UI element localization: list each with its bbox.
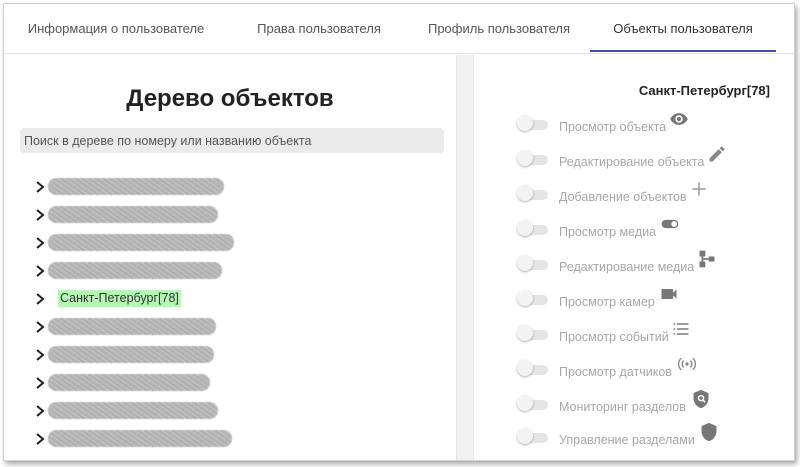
tab-bar: Информация о пользователе Права пользова… xyxy=(4,4,794,54)
permission-label: Редактирование медиа xyxy=(559,260,695,274)
toggle-icon xyxy=(660,214,680,234)
tree-search-input[interactable] xyxy=(20,128,444,153)
eye-icon xyxy=(669,109,689,129)
permission-label: Мониторинг разделов xyxy=(559,400,686,414)
redacted-label xyxy=(48,402,218,419)
permission-view-cameras: Просмотр камер xyxy=(517,288,787,312)
chevron-right-icon[interactable] xyxy=(34,376,46,390)
permission-edit-object: Редактирование объекта xyxy=(517,146,787,172)
permission-label: Просмотр медиа xyxy=(559,225,657,239)
redacted-label xyxy=(48,178,224,195)
permission-label: Просмотр событий xyxy=(559,330,669,344)
add-objects-toggle[interactable] xyxy=(517,185,549,202)
active-tab-indicator xyxy=(590,50,776,52)
tree-title: Дерево объектов xyxy=(126,85,334,112)
permission-view-sensors: Просмотр датчиков xyxy=(517,357,787,382)
permission-label: Управление разделами xyxy=(559,433,695,447)
pencil-icon xyxy=(707,144,727,164)
chevron-right-icon[interactable] xyxy=(34,264,46,278)
chevron-right-icon[interactable] xyxy=(34,320,46,334)
view-events-toggle[interactable] xyxy=(517,325,549,342)
permission-view-media: Просмотр медиа xyxy=(517,218,787,242)
chevron-right-icon[interactable] xyxy=(34,292,46,306)
hierarchy-icon xyxy=(697,249,717,269)
tree-row[interactable] xyxy=(34,425,434,453)
redacted-label xyxy=(48,430,232,447)
tab-user-profile[interactable]: Профиль пользователя xyxy=(416,4,582,54)
object-tree: Санкт-Петербург[78] xyxy=(34,173,434,453)
permission-monitor-sections: Мониторинг разделов xyxy=(517,389,787,417)
tree-row[interactable] xyxy=(34,257,434,285)
tree-row[interactable] xyxy=(34,201,434,229)
camera-icon xyxy=(659,284,679,304)
tab-user-info[interactable]: Информация о пользователе xyxy=(18,4,214,54)
permission-label: Добавление объектов xyxy=(559,190,687,204)
tab-user-rights[interactable]: Права пользователя xyxy=(244,4,394,54)
permission-label: Редактирование объекта xyxy=(559,155,705,169)
chevron-right-icon[interactable] xyxy=(34,180,46,194)
tree-row[interactable] xyxy=(34,369,434,397)
permission-edit-media: Редактирование медиа xyxy=(517,250,787,277)
redacted-label xyxy=(48,346,214,363)
shield-icon xyxy=(699,422,719,442)
redacted-label xyxy=(48,318,216,335)
edit-object-toggle[interactable] xyxy=(517,150,549,167)
view-object-toggle[interactable] xyxy=(517,115,549,132)
tree-row[interactable] xyxy=(34,341,434,369)
permission-label: Просмотр объекта xyxy=(559,120,667,134)
edit-media-toggle[interactable] xyxy=(517,255,549,272)
tree-item-label[interactable]: Санкт-Петербург[78] xyxy=(58,290,181,307)
user-objects-window: Информация о пользователе Права пользова… xyxy=(3,3,795,461)
tree-row[interactable] xyxy=(34,313,434,341)
redacted-label xyxy=(48,234,234,251)
tree-row-selected[interactable]: Санкт-Петербург[78] xyxy=(34,285,434,313)
permission-label: Просмотр датчиков xyxy=(559,365,672,379)
object-permissions-panel: Санкт-Петербург[78] Просмотр объекта Ред… xyxy=(475,55,794,460)
redacted-label xyxy=(48,374,210,391)
tree-row[interactable] xyxy=(34,397,434,425)
manage-sections-toggle[interactable] xyxy=(517,428,549,445)
object-tree-panel: Дерево объектов Санкт-Петербург[78] xyxy=(4,55,456,460)
plus-icon xyxy=(689,179,709,199)
view-cameras-toggle[interactable] xyxy=(517,290,549,307)
view-sensors-toggle[interactable] xyxy=(517,360,549,377)
chevron-right-icon[interactable] xyxy=(34,348,46,362)
selected-object-title: Санкт-Петербург[78] xyxy=(638,83,770,98)
tab-user-objects[interactable]: Объекты пользователя xyxy=(590,4,776,54)
redacted-label xyxy=(48,262,222,279)
monitor-sections-toggle[interactable] xyxy=(517,395,549,412)
chevron-right-icon[interactable] xyxy=(34,404,46,418)
tree-row[interactable] xyxy=(34,229,434,257)
sensor-icon xyxy=(677,354,697,374)
permission-add-objects: Добавление объектов xyxy=(517,182,787,207)
permission-label: Просмотр камер xyxy=(559,295,655,309)
chevron-right-icon[interactable] xyxy=(34,208,46,222)
permission-view-events: Просмотр событий xyxy=(517,323,787,347)
permission-manage-sections: Управление разделами xyxy=(517,422,787,450)
redacted-label xyxy=(48,206,218,223)
shield-search-icon xyxy=(691,389,711,409)
tree-row[interactable] xyxy=(34,173,434,201)
chevron-right-icon[interactable] xyxy=(34,236,46,250)
panel-divider xyxy=(456,55,474,460)
chevron-right-icon[interactable] xyxy=(34,432,46,446)
list-icon xyxy=(671,319,691,339)
view-media-toggle[interactable] xyxy=(517,220,549,237)
permission-view-object: Просмотр объекта xyxy=(517,113,787,137)
